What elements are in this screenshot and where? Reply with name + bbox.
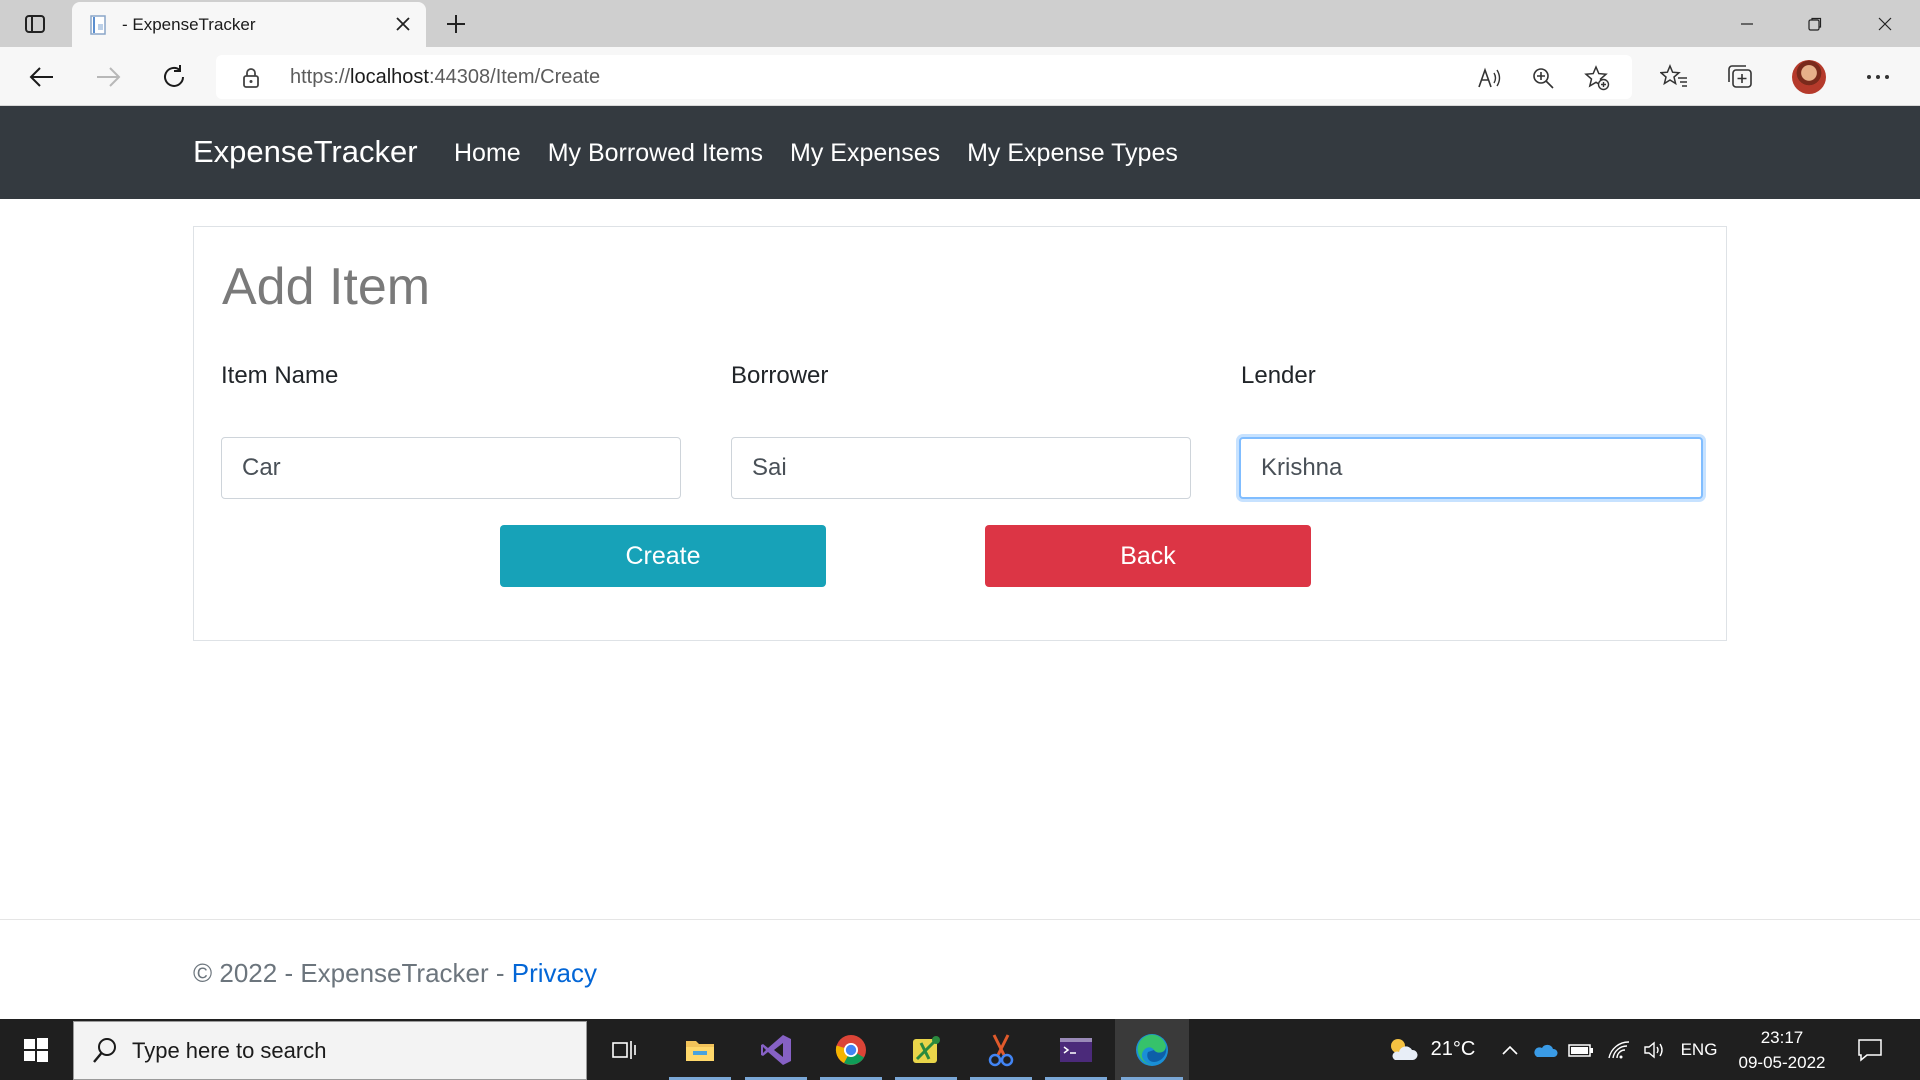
- profile-avatar[interactable]: [1792, 60, 1826, 94]
- notifications-icon[interactable]: [1850, 1019, 1890, 1080]
- borrower-input[interactable]: [731, 437, 1191, 499]
- item-name-label: Item Name: [221, 362, 339, 389]
- clock-date: 09-05-2022: [1738, 1053, 1826, 1072]
- volume-icon[interactable]: [1640, 1019, 1670, 1080]
- nav-link-my-expense-types[interactable]: My Expense Types: [967, 139, 1178, 168]
- url-path: :44308/Item/Create: [428, 66, 601, 88]
- nav-link-home[interactable]: Home: [454, 139, 521, 168]
- chrome-icon[interactable]: [814, 1019, 888, 1080]
- add-favorite-icon[interactable]: [1584, 65, 1610, 91]
- snipping-tool-icon[interactable]: [964, 1019, 1038, 1080]
- back-button[interactable]: Back: [985, 525, 1311, 587]
- onedrive-icon[interactable]: [1530, 1019, 1560, 1080]
- visual-studio-icon[interactable]: [739, 1019, 813, 1080]
- battery-icon[interactable]: [1566, 1019, 1596, 1080]
- terminal-icon[interactable]: [1039, 1019, 1113, 1080]
- zoom-icon[interactable]: [1530, 65, 1556, 91]
- taskbar-search-box[interactable]: Type here to search: [73, 1021, 587, 1080]
- address-bar[interactable]: https://localhost:44308/Item/Create: [216, 55, 1632, 99]
- xcode-like-app-icon[interactable]: [889, 1019, 963, 1080]
- back-arrow-icon[interactable]: [26, 61, 58, 93]
- forward-arrow-icon[interactable]: [92, 61, 124, 93]
- favorites-icon[interactable]: [1658, 61, 1690, 93]
- lock-icon[interactable]: [242, 67, 260, 93]
- privacy-link[interactable]: Privacy: [512, 958, 597, 988]
- weather-icon[interactable]: [1380, 1019, 1424, 1080]
- footer-copyright: © 2022 - ExpenseTracker -: [193, 958, 512, 988]
- windows-taskbar: Type here to search 21°C ENG 23:17 09-05…: [0, 1019, 1920, 1080]
- nav-links: Home My Borrowed Items My Expenses My Ex…: [454, 139, 1178, 168]
- file-explorer-icon[interactable]: [663, 1019, 737, 1080]
- page-title: Add Item: [222, 258, 431, 316]
- taskbar-clock[interactable]: 23:17 09-05-2022: [1726, 1025, 1838, 1075]
- new-tab-icon[interactable]: [442, 10, 470, 38]
- search-icon: [92, 1037, 118, 1069]
- search-placeholder: Type here to search: [132, 1038, 327, 1063]
- url-scheme: https://: [290, 66, 351, 88]
- navbar-brand[interactable]: ExpenseTracker: [193, 134, 418, 170]
- nav-link-my-expenses[interactable]: My Expenses: [790, 139, 940, 168]
- item-name-input[interactable]: [221, 437, 681, 499]
- wifi-icon[interactable]: [1604, 1019, 1634, 1080]
- page-footer: © 2022 - ExpenseTracker - Privacy: [0, 919, 1920, 1019]
- edge-browser-icon[interactable]: [1115, 1019, 1189, 1080]
- clock-time: 23:17: [1760, 1028, 1804, 1047]
- nav-link-my-borrowed-items[interactable]: My Borrowed Items: [548, 139, 763, 168]
- refresh-icon[interactable]: [158, 61, 190, 93]
- close-tab-icon[interactable]: [392, 13, 414, 35]
- url-text[interactable]: https://localhost:44308/Item/Create: [290, 66, 600, 89]
- windows-start-icon[interactable]: [14, 1033, 58, 1067]
- browser-toolbar: https://localhost:44308/Item/Create: [0, 47, 1920, 106]
- collections-icon[interactable]: [1724, 61, 1756, 93]
- borrower-label: Borrower: [731, 362, 829, 389]
- add-item-card: Add Item Item Name Borrower Lender Creat…: [193, 226, 1727, 641]
- weather-temperature[interactable]: 21°C: [1424, 1019, 1482, 1080]
- close-window-icon[interactable]: [1852, 0, 1918, 47]
- footer-text: © 2022 - ExpenseTracker - Privacy: [193, 958, 597, 989]
- task-view-icon[interactable]: [587, 1019, 661, 1080]
- site-navbar: ExpenseTracker Home My Borrowed Items My…: [0, 106, 1920, 199]
- more-options-icon[interactable]: [1862, 61, 1894, 93]
- chevron-up-icon[interactable]: [1496, 1019, 1524, 1080]
- read-aloud-icon[interactable]: [1476, 65, 1502, 91]
- page-icon: [88, 14, 110, 36]
- browser-tab-active[interactable]: - ExpenseTracker: [72, 2, 426, 47]
- browser-tab-strip: - ExpenseTracker: [0, 0, 1920, 47]
- tab-title: - ExpenseTracker: [122, 14, 256, 34]
- url-host: localhost: [350, 66, 429, 88]
- tab-actions-icon[interactable]: [16, 10, 54, 38]
- minimize-icon[interactable]: [1714, 0, 1780, 47]
- restore-icon[interactable]: [1782, 0, 1848, 47]
- create-button[interactable]: Create: [500, 525, 826, 587]
- lender-input[interactable]: [1239, 437, 1703, 499]
- lender-label: Lender: [1241, 362, 1316, 389]
- language-indicator[interactable]: ENG: [1674, 1019, 1724, 1080]
